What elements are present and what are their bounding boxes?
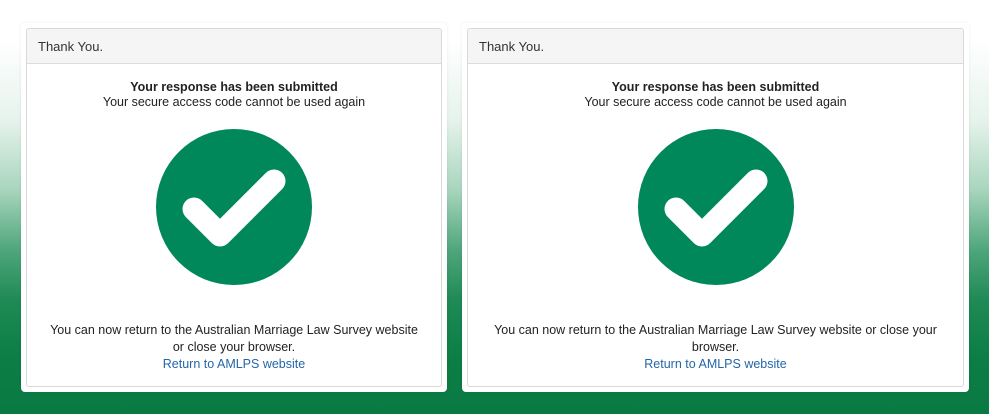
return-message-block: You can now return to the Australian Mar… (27, 322, 441, 373)
confirmation-card-left: Thank You. Your response has been submit… (21, 23, 447, 392)
return-message-block: You can now return to the Australian Mar… (468, 322, 963, 373)
submitted-title: Your response has been submitted (130, 80, 338, 94)
return-message: You can now return to the Australian Mar… (50, 323, 418, 354)
confirmation-card-right: Thank You. Your response has been submit… (462, 23, 969, 392)
access-code-notice: Your secure access code cannot be used a… (102, 95, 366, 109)
return-to-amlps-link[interactable]: Return to AMLPS website (163, 356, 305, 373)
access-code-notice: Your secure access code cannot be used a… (584, 95, 847, 109)
return-message: You can now return to the Australian Mar… (494, 323, 937, 354)
panel-heading: Thank You. (468, 29, 963, 64)
checkmark-circle-icon (637, 129, 794, 285)
submitted-title: Your response has been submitted (611, 80, 820, 94)
panel-body: Your response has been submitted Your se… (468, 80, 963, 371)
confirmation-panel: Thank You. Your response has been submit… (26, 28, 442, 387)
confirmation-panel: Thank You. Your response has been submit… (467, 28, 964, 387)
panel-body: Your response has been submitted Your se… (27, 80, 441, 371)
checkmark-circle-icon (156, 129, 312, 285)
panel-heading: Thank You. (27, 29, 441, 64)
return-to-amlps-link[interactable]: Return to AMLPS website (644, 356, 786, 373)
